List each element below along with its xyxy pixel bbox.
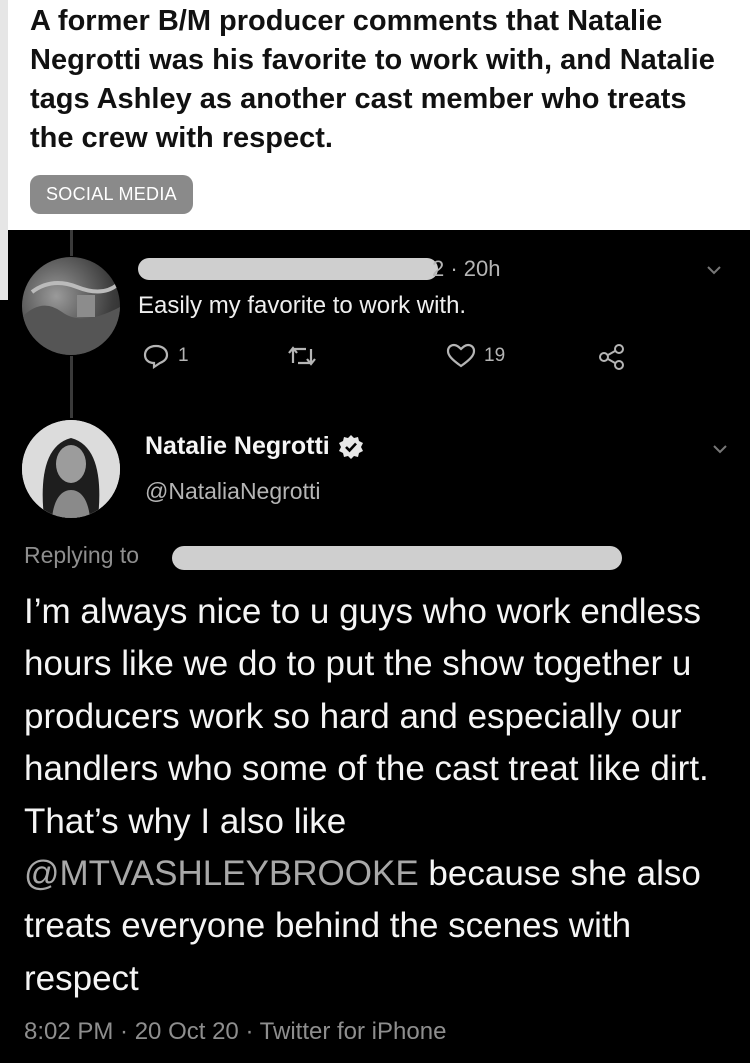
header-left-rail <box>0 0 8 300</box>
retweet-icon <box>288 346 316 366</box>
chevron-down-icon-main[interactable] <box>712 441 728 457</box>
share-icon <box>599 344 624 370</box>
like-count: 19 <box>484 345 506 366</box>
tweet-body: I’m always nice to u guys who work endle… <box>24 586 736 1005</box>
headline: A former B/M producer comments that Nata… <box>30 5 715 154</box>
chevron-down-icon[interactable] <box>706 262 722 278</box>
redacted-reply-handles <box>172 546 622 570</box>
avatar-producer[interactable] <box>22 257 120 355</box>
author-display-name[interactable]: Natalie Negrotti <box>145 432 330 461</box>
thread-line-middle <box>70 356 73 418</box>
replying-to-label: Replying to <box>24 542 140 568</box>
like-icon <box>446 343 476 368</box>
thread-line-top <box>70 230 73 256</box>
author-handle[interactable]: @NataliaNegrotti <box>145 478 320 505</box>
retweet-action[interactable] <box>286 343 318 369</box>
category-tag[interactable]: SOCIAL MEDIA <box>30 175 193 214</box>
share-action[interactable] <box>597 343 627 371</box>
tweet-timestamp[interactable]: 8:02 PM · 20 Oct 20 · Twitter for iPhone <box>24 1018 446 1046</box>
reply-action[interactable]: 1 <box>142 343 189 369</box>
mention-link[interactable]: @MTVASHLEYBROOKE <box>24 854 419 893</box>
redacted-username <box>138 258 438 280</box>
author-name-row: Natalie Negrotti <box>145 432 364 461</box>
reply-count: 1 <box>178 345 189 366</box>
like-action[interactable]: 19 <box>446 343 505 369</box>
avatar-natalie[interactable] <box>22 420 120 518</box>
reply-time: 2 · 20h <box>432 256 501 281</box>
reply-icon <box>143 344 169 369</box>
tweet-body-text: I’m always nice to u guys who work endle… <box>24 592 709 841</box>
header-card: A former B/M producer comments that Nata… <box>0 0 750 230</box>
verified-badge-icon <box>338 434 363 459</box>
reply-tweet-text: Easily my favorite to work with. <box>138 292 467 319</box>
